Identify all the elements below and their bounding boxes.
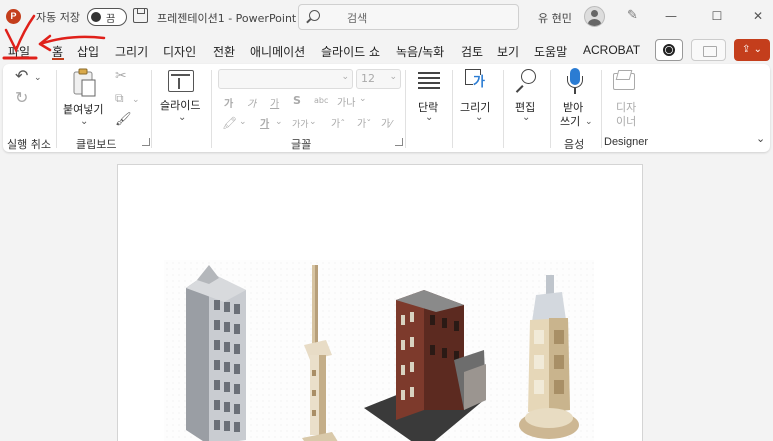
pen-icon[interactable]: ✎ xyxy=(627,9,641,23)
active-tab-indicator xyxy=(52,58,64,60)
dictate-label-2[interactable]: 쓰기 xyxy=(560,113,580,129)
font-size-select[interactable]: 12 ⌄ xyxy=(356,69,401,89)
buildings-image[interactable] xyxy=(164,260,594,441)
strikethrough-button[interactable]: S xyxy=(293,94,301,107)
paste-dropdown-icon[interactable]: ⌄ xyxy=(80,114,88,130)
search-input[interactable]: 검색 xyxy=(298,4,519,30)
paragraph-icon[interactable] xyxy=(418,72,440,92)
comments-button[interactable] xyxy=(691,39,726,61)
search-icon xyxy=(309,10,320,21)
text-case-dropdown-icon[interactable]: ⌄ xyxy=(309,117,317,127)
share-button[interactable]: ⇪ ⌄ xyxy=(734,39,770,61)
dictate-dropdown-icon[interactable]: ⌄ xyxy=(585,114,593,130)
increase-font-button[interactable]: 가ˆ xyxy=(331,115,345,130)
autosave-toggle[interactable]: 끔 xyxy=(87,8,127,26)
tab-help[interactable]: 도움말 xyxy=(534,43,567,60)
building-1 xyxy=(186,265,246,441)
new-slide-icon[interactable] xyxy=(168,70,194,92)
font-color-dropdown-icon[interactable]: ⌄ xyxy=(275,117,283,127)
font-group-label: 글꼴 xyxy=(291,138,312,151)
avatar[interactable] xyxy=(584,6,605,27)
tab-acrobat[interactable]: ACROBAT xyxy=(583,43,640,57)
copy-icon[interactable]: ⧉ xyxy=(115,90,124,106)
editing-dropdown-icon[interactable]: ⌄ xyxy=(522,110,530,126)
collapse-ribbon-icon[interactable]: ⌄ xyxy=(756,132,765,145)
find-icon[interactable] xyxy=(515,69,537,93)
title-bar: P 자동 저장 끔 프레젠테이션1 - PowerPoint 검색 유 현민 ✎… xyxy=(0,0,773,34)
tab-slideshow[interactable]: 슬라이드 쇼 xyxy=(321,43,380,60)
separator xyxy=(56,70,57,148)
bold-button[interactable]: 가 xyxy=(224,95,233,110)
separator xyxy=(405,70,406,148)
clipboard-paste-icon[interactable] xyxy=(71,68,97,98)
designer-icon[interactable] xyxy=(613,70,637,92)
chevron-down-icon: ⌄ xyxy=(389,72,397,82)
document-title: 프레젠테이션1 - PowerPoint xyxy=(157,12,297,25)
highlight-icon[interactable]: 🖍 xyxy=(222,116,237,130)
separator xyxy=(503,70,504,148)
font-size-value: 12 xyxy=(361,72,375,85)
tab-design[interactable]: 디자인 xyxy=(163,43,196,60)
powerpoint-logo-icon: P xyxy=(6,9,21,24)
paragraph-dropdown-icon[interactable]: ⌄ xyxy=(425,110,433,126)
user-name[interactable]: 유 현민 xyxy=(538,10,572,26)
undo-group-label: 실행 취소 xyxy=(7,138,51,151)
separator xyxy=(211,70,212,148)
minimize-button[interactable]: — xyxy=(660,6,682,26)
clear-formatting-button[interactable]: 가⁄ xyxy=(381,115,392,130)
separator xyxy=(550,70,551,148)
decrease-font-button[interactable]: 가ˇ xyxy=(357,115,371,130)
text-case-button[interactable]: 가가 xyxy=(292,117,309,130)
undo-icon[interactable]: ↶ xyxy=(15,68,28,84)
char-spacing-dropdown-icon[interactable]: ⌄ xyxy=(359,94,367,104)
font-color-button[interactable]: 가 xyxy=(260,115,269,130)
search-placeholder: 검색 xyxy=(347,12,368,25)
separator xyxy=(151,70,152,148)
shapes-icon[interactable]: 가 xyxy=(465,69,491,93)
highlight-dropdown-icon[interactable]: ⌄ xyxy=(239,117,247,127)
char-spacing-button[interactable]: 가나 xyxy=(337,94,355,109)
italic-button[interactable]: 가 xyxy=(247,95,256,110)
separator xyxy=(601,70,602,148)
save-icon[interactable] xyxy=(133,8,148,23)
clipboard-group-label: 클립보드 xyxy=(76,138,117,151)
autosave-state: 끔 xyxy=(106,14,116,25)
separator xyxy=(452,70,453,148)
tab-animations[interactable]: 애니메이션 xyxy=(250,43,305,60)
font-launcher-icon[interactable] xyxy=(395,138,403,146)
slide-canvas[interactable] xyxy=(117,164,643,441)
cut-icon[interactable]: ✂ xyxy=(115,68,127,84)
tab-transitions[interactable]: 전환 xyxy=(213,43,235,60)
drawing-dropdown-icon[interactable]: ⌄ xyxy=(475,110,483,126)
copy-dropdown-icon[interactable]: ⌄ xyxy=(132,92,140,108)
record-button[interactable] xyxy=(655,39,683,61)
toggle-knob xyxy=(91,12,101,22)
maximize-button[interactable]: ☐ xyxy=(706,6,728,26)
voice-group-label: 음성 xyxy=(564,138,585,151)
undo-dropdown-icon[interactable]: ⌄ xyxy=(34,70,42,86)
ribbon-tabs: 파일 홈 삽입 그리기 디자인 전환 애니메이션 슬라이드 쇼 녹음/녹화 검토… xyxy=(0,34,773,64)
redo-icon[interactable]: ↻ xyxy=(15,90,28,106)
new-slide-dropdown-icon[interactable]: ⌄ xyxy=(178,110,186,126)
designer-group-label: Designer xyxy=(604,136,649,148)
tab-view[interactable]: 보기 xyxy=(497,43,519,60)
autosave-label: 자동 저장 xyxy=(36,11,80,24)
microphone-icon[interactable] xyxy=(567,68,583,96)
tab-insert[interactable]: 삽입 xyxy=(77,43,99,60)
clipboard-launcher-icon[interactable] xyxy=(142,138,150,146)
ribbon: ↶ ⌄ ↻ 실행 취소 붙여넣기 ⌄ ✂ ⧉ ⌄ 🖌 클립보드 슬라이드 ⌄ ⌄… xyxy=(3,64,770,152)
tab-draw[interactable]: 그리기 xyxy=(115,43,148,60)
chevron-down-icon: ⌄ xyxy=(341,72,349,82)
format-painter-icon[interactable]: 🖌 xyxy=(115,112,132,128)
tab-review[interactable]: 검토 xyxy=(461,43,483,60)
tab-file[interactable]: 파일 xyxy=(8,43,30,60)
shadow-button[interactable]: abc xyxy=(314,96,328,105)
designer-label-2[interactable]: 이너 xyxy=(616,113,636,129)
tab-record[interactable]: 녹음/녹화 xyxy=(396,43,444,60)
underline-button[interactable]: 가 xyxy=(270,95,279,110)
close-button[interactable]: ✕ xyxy=(747,6,769,26)
font-family-select[interactable]: ⌄ xyxy=(218,69,353,89)
